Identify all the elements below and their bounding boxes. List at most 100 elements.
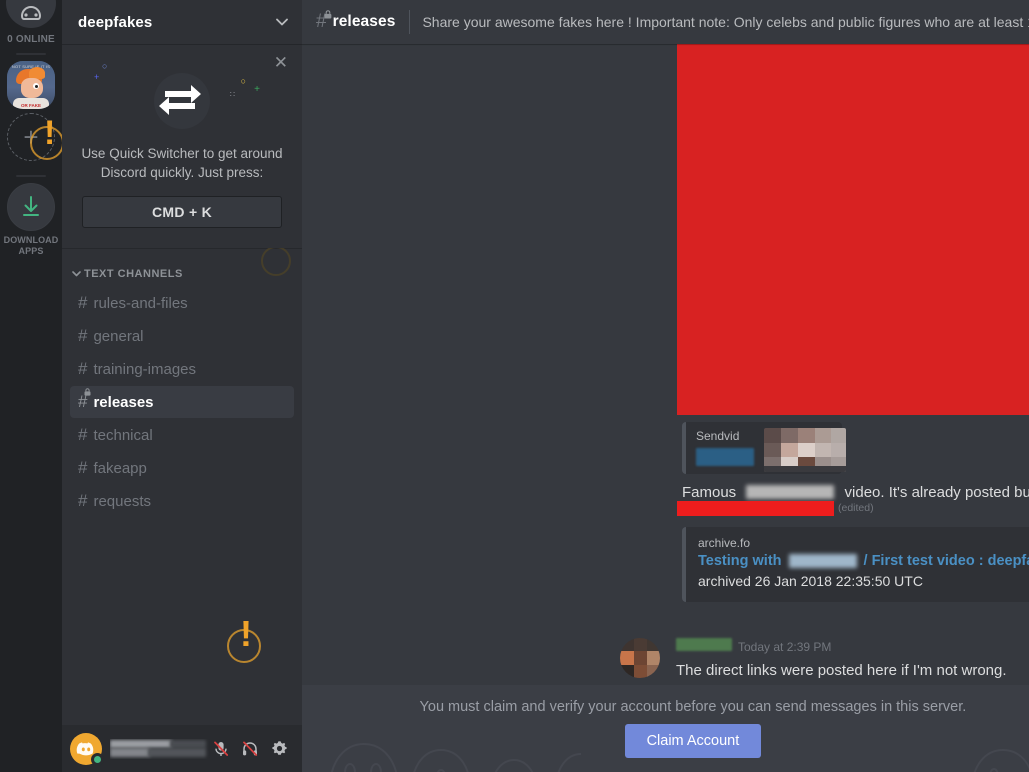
author-name-redacted: [676, 638, 732, 651]
user-panel: [62, 725, 302, 772]
gear-glyph: [271, 741, 287, 755]
redacted-title-blur: [788, 554, 857, 568]
embed-thumbnail-blurred: [764, 428, 846, 472]
message-body: Today at 2:39 PM The direct links were p…: [676, 638, 1007, 685]
embed-title[interactable]: Testing with / First test video : deepfa…: [698, 553, 1029, 569]
channel-sidebar: deepfakes ✕ + ○ ○ + ∷ Use Quick Switcher…: [62, 0, 302, 772]
sidebar-item-rules-and-files[interactable]: # rules-and-files: [70, 287, 294, 319]
message-header: Today at 2:39 PM: [676, 638, 1007, 660]
channel-name: training-images: [93, 360, 197, 378]
message-group: Today at 2:39 PM The direct links were p…: [620, 638, 1029, 685]
sparkle-ring-icon: ○: [240, 76, 246, 86]
sidebar-item-fakeapp[interactable]: # fakeapp: [70, 452, 294, 484]
hash-icon: #: [78, 326, 88, 345]
microphone-muted-icon[interactable]: [210, 738, 232, 760]
edited-label: (edited): [838, 502, 874, 514]
download-apps-label: DOWNLOAD APPS: [3, 235, 59, 256]
server-header[interactable]: deepfakes: [62, 0, 302, 44]
username-redacted: [110, 739, 210, 759]
lock-icon: [324, 10, 331, 19]
status-indicator-online: [91, 752, 104, 766]
sidebar-item-technical[interactable]: # technical: [70, 419, 294, 451]
gear-icon[interactable]: [268, 738, 290, 760]
embed-link-redacted: [696, 448, 754, 466]
server-icon-bottom-text: OR FAKE: [20, 103, 41, 108]
header-divider: [409, 10, 411, 34]
page-title: releases: [332, 13, 396, 30]
headphones-deafened-icon[interactable]: [239, 738, 261, 760]
sparkle-dots-icon: ∷: [229, 90, 236, 99]
redacted-video-block: [677, 44, 1029, 415]
add-server-button[interactable]: +: [7, 113, 55, 161]
channel-name: technical: [93, 426, 153, 444]
server-name: deepfakes: [78, 13, 153, 31]
avatar[interactable]: [620, 638, 660, 678]
onboarding-pulse-user-settings: !: [227, 613, 283, 669]
sidebar-item-training-images[interactable]: # training-images: [70, 353, 294, 385]
quick-switcher-art: + ○ ○ + ∷: [76, 61, 288, 140]
hash-icon: #: [78, 491, 88, 510]
chevron-down-icon: [72, 271, 81, 277]
channel-name: fakeapp: [93, 459, 147, 477]
claim-account-button[interactable]: Claim Account: [624, 724, 762, 758]
hash-lock-icon: #: [78, 388, 91, 412]
rail-divider: [16, 53, 46, 55]
sparkle-circle-icon: ○: [102, 61, 108, 71]
category-label: TEXT CHANNELS: [84, 268, 183, 280]
sidebar-item-releases[interactable]: # releases: [70, 386, 294, 418]
embed-sendvid[interactable]: Sendvid: [682, 422, 846, 474]
category-text-channels[interactable]: TEXT CHANNELS: [62, 262, 302, 286]
channel-name: releases: [93, 393, 154, 411]
hash-icon: #: [78, 359, 88, 378]
hash-lock-icon: #: [316, 10, 331, 33]
channel-name: requests: [93, 492, 152, 510]
redacted-name-blur: [746, 485, 835, 499]
fry-face: [21, 78, 43, 98]
server-icon-deepfakes[interactable]: NOT SURE IF IT IS REAL OR FAKE: [7, 61, 55, 109]
discord-app: 0 ONLINE NOT SURE IF IT IS REAL OR FAKE …: [0, 0, 1029, 772]
channel-list: TEXT CHANNELS # rules-and-files # genera…: [62, 248, 302, 725]
online-count: 0 ONLINE: [7, 34, 55, 45]
chevron-down-icon: [276, 18, 288, 26]
sidebar-item-general[interactable]: # general: [70, 320, 294, 352]
discord-mascot-decoration: [330, 742, 582, 772]
pulse-ring: [227, 629, 261, 663]
embed-description: archived 26 Jan 2018 22:35:50 UTC: [698, 573, 923, 589]
message-timestamp: Today at 2:39 PM: [738, 640, 832, 654]
exclamation-icon: !: [240, 613, 252, 654]
download-arrow-icon: [23, 196, 39, 216]
headphones-glyph: [243, 741, 258, 756]
rail-divider-2: [16, 175, 46, 177]
hash-icon: #: [78, 458, 88, 477]
message-list: Sendvid Famous video. It's already poste…: [302, 44, 1029, 685]
quick-switcher-shortcut: CMD + K: [82, 196, 282, 228]
sparkle-plus-icon: +: [94, 72, 100, 82]
sidebar-item-requests[interactable]: # requests: [70, 485, 294, 517]
message-prefix: Famous: [682, 484, 737, 501]
sparkle-plus-green-icon: +: [254, 84, 260, 95]
hash-icon: #: [78, 293, 88, 312]
embed-archive-fo[interactable]: archive.fo Testing with / First test vid…: [682, 527, 1029, 602]
plus-icon: +: [23, 121, 39, 152]
main-content: # releases Share your awesome fakes here…: [302, 0, 1029, 772]
server-rail: 0 ONLINE NOT SURE IF IT IS REAL OR FAKE …: [0, 0, 62, 772]
lock-icon: [84, 388, 91, 396]
redacted-link-block: [677, 501, 834, 516]
discord-home-icon: [20, 5, 42, 20]
claim-account-bar: You must claim and verify your account b…: [302, 685, 1029, 772]
swap-arrows-glyph: [159, 85, 201, 115]
avatar[interactable]: [70, 732, 104, 766]
swap-arrows-icon: [154, 73, 210, 129]
fry-pupil: [35, 85, 38, 88]
home-dm-button[interactable]: [6, 0, 56, 28]
embed-title-suffix: / First test video : deepfakes: [863, 553, 1029, 569]
channel-header: # releases Share your awesome fakes here…: [302, 0, 1029, 44]
quick-switcher-text: Use Quick Switcher to get around Discord…: [81, 146, 283, 180]
user-panel-controls: [210, 738, 294, 760]
channel-name: general: [93, 327, 144, 345]
claim-account-message: You must claim and verify your account b…: [419, 699, 967, 715]
mic-glyph: [214, 741, 229, 756]
embed-title-prefix: Testing with: [698, 553, 782, 569]
download-apps-button[interactable]: [7, 183, 55, 231]
hash-icon: #: [78, 425, 88, 444]
